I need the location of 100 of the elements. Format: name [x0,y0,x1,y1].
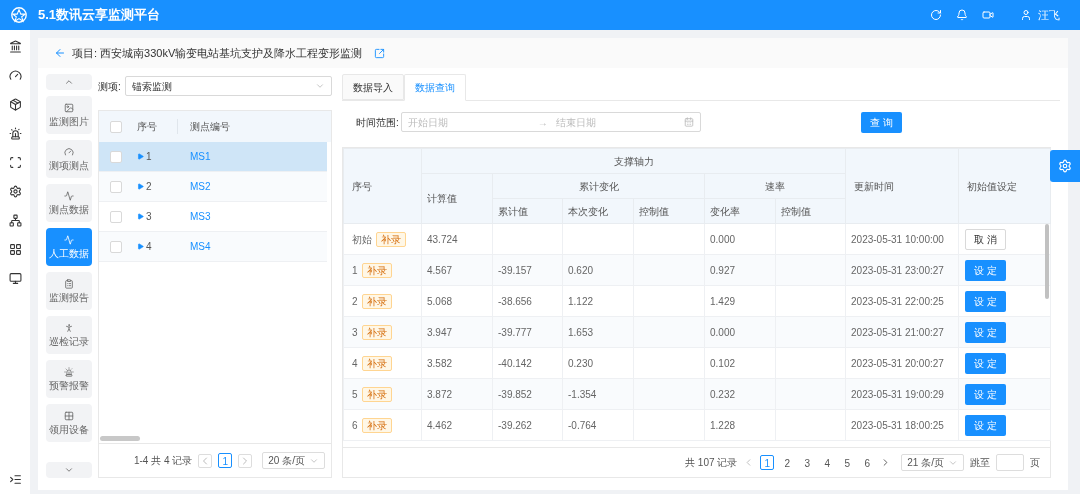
caret-icon [315,81,325,91]
table-cell: 2023-05-31 21:00:27 [851,326,944,338]
set-button[interactable]: 设 定 [965,259,1007,281]
table-cell: 0.620 [568,264,594,276]
page-button[interactable]: 2 [780,455,795,470]
table-row[interactable]: 1 MS1 [99,142,327,172]
refresh-icon[interactable] [930,9,942,21]
page-input[interactable] [996,454,1024,471]
table-cell: 3.947 [427,326,453,338]
package-icon[interactable] [8,98,22,111]
caret-icon [64,77,74,87]
pulse-icon [64,191,74,201]
side-nav-item[interactable]: 人工数据 [46,228,92,266]
sitemap-icon[interactable] [8,214,22,227]
row-index: 初始 [352,232,372,247]
monitor-icon[interactable] [8,272,22,285]
row-index: 2 [352,294,358,309]
expand-icon[interactable] [137,243,144,250]
table-cell: 2023-05-31 10:00:00 [851,233,944,245]
app-title: 5.1数讯云享监测平台 [38,6,161,25]
table-row[interactable]: 4 MS4 [99,232,327,262]
frame-icon[interactable] [8,156,22,169]
point-code[interactable]: MS4 [177,239,211,254]
settings-icon [1058,159,1072,173]
table-cell: -40.142 [498,357,532,369]
query-button[interactable]: 查 询 [860,111,902,133]
person-icon [64,323,74,333]
calendar-icon [683,117,694,127]
user-name[interactable]: 汪飞 [1038,6,1060,24]
side-nav-item[interactable]: 监测图片 [46,96,92,134]
menu-icon[interactable] [8,473,22,486]
measure-label: 测项: [98,79,121,94]
side-nav-item[interactable]: 测点数据 [46,184,92,222]
table-cell: 0.102 [710,357,736,369]
link-icon[interactable] [374,47,386,59]
column-header: 初始值设定 [958,148,1051,224]
side-nav-item[interactable]: 监测报告 [46,272,92,310]
row-index: 3 [146,210,152,224]
table-cell: 0.000 [710,233,736,245]
horizontal-scrollbar[interactable] [100,436,140,441]
page-button[interactable]: 1 [218,453,233,468]
page-button[interactable]: 1 [760,455,775,470]
table-cell: -0.764 [568,419,597,431]
table-row[interactable]: 2 MS2 [99,172,327,202]
tab[interactable]: 数据查询 [404,74,466,101]
page-button[interactable]: 6 [860,455,875,470]
image-icon [64,103,74,113]
expand-icon[interactable] [137,183,144,190]
page-size-select[interactable]: 20 条/页 [262,452,325,469]
settings-button[interactable] [1050,150,1080,182]
set-button[interactable]: 设 定 [965,352,1007,374]
back-arrow-icon[interactable] [54,47,66,59]
bank-icon[interactable] [8,40,22,53]
table-cell: 2023-05-31 18:00:25 [851,419,944,431]
supplement-tag: 补录 [361,386,392,402]
grid-icon [64,411,74,421]
row-index: 2 [146,180,152,194]
checkbox[interactable] [110,240,122,253]
page-size-select[interactable]: 21 条/页 [901,454,964,471]
page-button[interactable]: 3 [800,455,815,470]
bell-icon[interactable] [956,9,968,21]
grid-icon[interactable] [8,243,22,256]
tab[interactable]: 数据导入 [342,74,404,100]
checkbox[interactable] [110,150,122,163]
point-code[interactable]: MS3 [177,209,211,224]
row-index: 4 [146,240,152,254]
side-nav-item[interactable]: 预警报警 [46,360,92,398]
expand-icon[interactable] [137,153,144,160]
table-cell: -39.777 [498,326,532,338]
user-icon[interactable] [1020,9,1032,21]
vertical-scrollbar[interactable] [1045,224,1049,299]
set-button[interactable]: 设 定 [965,290,1007,312]
set-button[interactable]: 设 定 [965,383,1007,405]
settings-icon[interactable] [8,185,22,198]
page-button[interactable]: 4 [820,455,835,470]
set-button[interactable]: 设 定 [965,414,1007,436]
table-cell: 0.230 [568,357,594,369]
page-button[interactable]: 5 [840,455,855,470]
cancel-button[interactable]: 取 消 [965,228,1007,250]
point-code[interactable]: MS2 [177,179,211,194]
column-header: 计算值 [421,173,493,224]
record-count: 共 107 记录 [685,456,738,470]
row-index: 1 [146,150,152,164]
table-cell: -1.354 [568,388,597,400]
table-cell: 2023-05-31 23:00:27 [851,264,944,276]
set-button[interactable]: 设 定 [965,321,1007,343]
video-icon[interactable] [982,9,994,21]
side-nav-item[interactable]: 巡检记录 [46,316,92,354]
checkbox[interactable] [110,210,122,223]
checkbox[interactable] [110,120,122,133]
column-header: 测点编号 [177,119,230,134]
expand-icon[interactable] [137,213,144,220]
time-range-label: 时间范围: [356,115,399,130]
side-nav-item[interactable]: 测项测点 [46,140,92,178]
column-header: 支撑轴力 [421,148,846,174]
side-nav-item[interactable]: 领用设备 [46,404,92,442]
gauge-icon[interactable] [8,69,22,82]
measure-select[interactable]: 锚索监测 [124,76,332,96]
checkbox[interactable] [110,180,122,193]
alarm-icon[interactable] [8,127,22,140]
